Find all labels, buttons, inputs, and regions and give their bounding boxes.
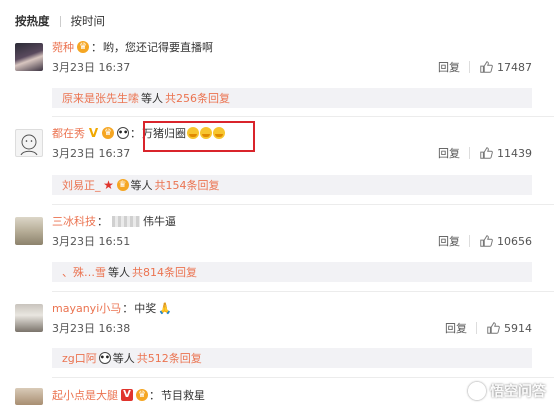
- sub-reply-text: 等人: [130, 179, 153, 192]
- sub-replies-bar[interactable]: 原来是张先生嗦 等人 共256条回复: [52, 88, 532, 108]
- comment-header: 起小点是大腿 V ♛ ： 节目救星: [52, 388, 205, 402]
- avatar[interactable]: [15, 129, 43, 157]
- sub-reply-text: 等人: [141, 92, 163, 105]
- comment-actions: 回复 5914: [445, 320, 532, 336]
- panda-icon: ••: [98, 352, 111, 364]
- divider: [52, 291, 554, 292]
- username-link[interactable]: 起小点是大腿: [52, 387, 118, 403]
- like-count: 5914: [504, 321, 532, 335]
- avatar[interactable]: [15, 304, 43, 332]
- divider: [52, 116, 554, 117]
- comment-date: 3月23日 16:37: [52, 147, 131, 160]
- sub-reply-users[interactable]: 原来是张先生嗦: [62, 90, 139, 106]
- star-icon: ★: [103, 178, 114, 192]
- watermark-text: 悟空问答: [490, 384, 546, 400]
- comment-prefix: ：: [149, 389, 160, 402]
- thumbs-up-icon[interactable]: [486, 321, 500, 335]
- reply-button[interactable]: 回复: [438, 233, 460, 249]
- username-link[interactable]: 都在秀: [52, 125, 85, 141]
- comment-date: 3月23日 16:38: [52, 322, 131, 335]
- comment-date: 3月23日 16:51: [52, 235, 131, 248]
- divider: [52, 204, 554, 205]
- avatar[interactable]: [15, 43, 43, 71]
- username-link[interactable]: 菀种: [52, 39, 74, 55]
- avatar[interactable]: [15, 217, 43, 245]
- like-count: 10656: [497, 234, 532, 248]
- vip-badge-icon: ♛: [102, 127, 114, 139]
- panda-icon: ••: [117, 127, 129, 139]
- vip-badge-icon: ♛: [77, 41, 89, 53]
- username-link[interactable]: mayanyi小马: [52, 300, 121, 316]
- pray-emoji: 🙏: [158, 301, 172, 315]
- avatar[interactable]: [15, 388, 43, 405]
- reply-button[interactable]: 回复: [438, 59, 460, 75]
- sub-reply-text: 等人: [112, 352, 135, 365]
- sub-reply-text: 等人: [108, 266, 130, 279]
- vip-badge-icon: ♛: [116, 179, 129, 191]
- sub-reply-users[interactable]: zg口阿: [62, 350, 97, 366]
- comment-header: mayanyi小马 ： 中奖 🙏: [52, 300, 172, 316]
- action-divider: [469, 147, 470, 159]
- action-divider: [469, 235, 470, 247]
- thumbs-up-icon[interactable]: [479, 60, 493, 74]
- watermark: 悟空问答: [468, 381, 546, 401]
- divider: [52, 377, 554, 378]
- comment-prefix: ：: [130, 127, 141, 140]
- like-count: 17487: [497, 60, 532, 74]
- comment-prefix: ：: [97, 215, 108, 228]
- comment-text: 哟，您还记得要直播啊: [103, 41, 213, 54]
- vip-badge-icon: ♛: [136, 389, 148, 401]
- comment-actions: 回复 11439: [438, 145, 532, 161]
- wukong-logo-icon: [468, 382, 486, 400]
- comment-prefix: ：: [91, 41, 102, 54]
- verified-v-icon: V: [121, 389, 133, 401]
- comment-header: 三冰科技 ： 伟牛逼: [52, 214, 176, 228]
- sub-reply-users[interactable]: 、殊…雪: [62, 264, 106, 280]
- action-divider: [469, 61, 470, 73]
- comment-header: 菀种 ♛ ： 哟，您还记得要直播啊: [52, 40, 213, 54]
- thumbs-up-icon[interactable]: [479, 146, 493, 160]
- action-divider: [476, 322, 477, 334]
- sub-replies-bar[interactable]: 、殊…雪 等人 共814条回复: [52, 262, 532, 282]
- redacted-text: [112, 215, 140, 227]
- comment-text: 伟牛逼: [143, 215, 176, 228]
- like-count: 11439: [497, 146, 532, 160]
- reply-button[interactable]: 回复: [438, 145, 460, 161]
- highlight-box: [143, 121, 255, 152]
- sort-by-hot-tab[interactable]: 按热度: [15, 13, 50, 29]
- avatar-sketch-icon: [20, 134, 38, 156]
- sub-reply-count[interactable]: 共814条回复: [132, 264, 197, 280]
- sub-reply-count[interactable]: 共154条回复: [155, 177, 220, 193]
- sub-reply-count[interactable]: 共512条回复: [137, 350, 202, 366]
- sub-reply-users[interactable]: 刘易正_: [62, 177, 101, 193]
- comment-date: 3月23日 16:37: [52, 61, 131, 74]
- verified-v-icon: V: [88, 126, 99, 140]
- sub-replies-bar[interactable]: 刘易正_ ★ ♛ 等人 共154条回复: [52, 175, 532, 195]
- username-link[interactable]: 三冰科技: [52, 213, 96, 229]
- comment-actions: 回复 17487: [438, 59, 532, 75]
- comment-prefix: ：: [122, 302, 134, 315]
- comment-actions: 回复 10656: [438, 233, 532, 249]
- sort-bar: 按热度 按时间: [15, 12, 105, 30]
- sort-divider: [59, 15, 61, 27]
- thumbs-up-icon[interactable]: [479, 234, 493, 248]
- sort-by-time-tab[interactable]: 按时间: [71, 13, 106, 29]
- reply-button[interactable]: 回复: [445, 320, 467, 336]
- sub-reply-count[interactable]: 共256条回复: [165, 90, 230, 106]
- comment-text: 节目救星: [161, 389, 205, 402]
- sub-replies-bar[interactable]: zg口阿 •• 等人 共512条回复: [52, 348, 532, 368]
- comment-text: 中奖: [134, 302, 157, 315]
